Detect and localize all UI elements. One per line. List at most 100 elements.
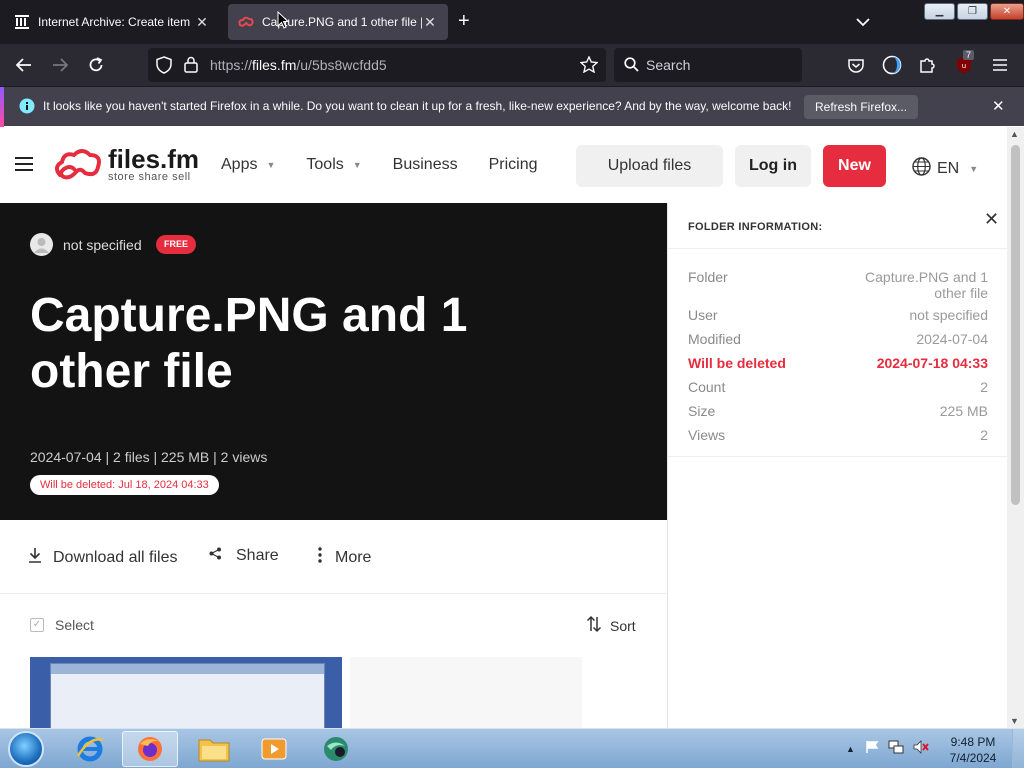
svg-text:u: u: [962, 62, 966, 70]
info-key: Count: [688, 379, 726, 395]
search-bar[interactable]: Search: [614, 48, 802, 82]
info-icon: [19, 98, 35, 119]
url-host: files.fm: [252, 57, 297, 73]
menu-item-business[interactable]: Business: [393, 156, 458, 174]
search-placeholder: Search: [646, 57, 691, 73]
more-button[interactable]: More: [318, 547, 371, 568]
caret-down-icon: ▼: [266, 160, 276, 170]
tab-close-icon[interactable]: ✕: [422, 14, 438, 31]
file-thumbnail-second[interactable]: [350, 657, 582, 728]
caret-down-icon: ▼: [352, 160, 362, 170]
notification-bar: It looks like you haven't started Firefo…: [0, 86, 1024, 127]
media-player-icon[interactable]: [246, 731, 302, 767]
more-label: More: [335, 548, 372, 566]
scrollbar-thumb[interactable]: [1011, 145, 1020, 505]
clock-time: 9:48 PM: [950, 735, 996, 749]
thumbnail-window-image: [50, 663, 325, 728]
url-prefix: https://: [210, 57, 253, 73]
url-bar[interactable]: https://files.fm/u/5bs8wcfdd5: [148, 48, 606, 82]
firefox-account-icon[interactable]: [881, 54, 903, 76]
notification-close-icon[interactable]: ✕: [992, 97, 1005, 115]
menu-item-label: Business: [392, 156, 458, 173]
panel-title: FOLDER INFORMATION:: [688, 221, 823, 233]
menu-item-label: Apps: [221, 156, 258, 173]
extensions-puzzle-icon[interactable]: [917, 54, 939, 76]
share-label: Share: [236, 547, 279, 564]
globe-icon: [912, 157, 931, 181]
forward-arrow-icon[interactable]: [49, 54, 71, 76]
lock-icon[interactable]: [184, 56, 198, 78]
show-hidden-icons-arrow-icon[interactable]: ▲: [846, 744, 855, 754]
nav-bar: https://files.fm/u/5bs8wcfdd5 Search u 7: [0, 44, 1024, 86]
internet-explorer-icon[interactable]: [62, 731, 118, 767]
pocket-icon[interactable]: [845, 54, 867, 76]
app-menu-icon[interactable]: [989, 54, 1011, 76]
back-arrow-icon[interactable]: [13, 54, 35, 76]
info-value: 225 MB: [939, 403, 988, 419]
download-all-button[interactable]: Download all files: [28, 547, 178, 568]
ublock-origin-icon[interactable]: u 7: [953, 50, 975, 76]
files-fm-cloud-logo-icon: [55, 149, 101, 180]
share-button[interactable]: Share: [209, 547, 279, 565]
owner-name[interactable]: not specified: [63, 237, 142, 253]
shield-icon[interactable]: [156, 56, 172, 79]
taskbar-clock[interactable]: 9:48 PM 7/4/2024: [944, 734, 1002, 766]
menu-item-tools[interactable]: Tools ▼: [306, 156, 361, 174]
info-key: User: [688, 307, 718, 323]
new-button[interactable]: New: [823, 145, 886, 187]
folder-actions: Download all files Share More: [0, 520, 667, 594]
login-button[interactable]: Log in: [735, 145, 811, 187]
file-thumbnail-capture-png[interactable]: [30, 657, 342, 728]
bookmark-star-icon[interactable]: [579, 55, 599, 78]
notification-accent: [0, 87, 4, 127]
minimize-icon[interactable]: ▁: [924, 3, 955, 20]
volume-muted-icon[interactable]: [913, 740, 929, 757]
list-all-tabs-chevron-icon[interactable]: [856, 14, 870, 32]
more-vertical-icon: [318, 547, 322, 568]
show-desktop-button[interactable]: [1012, 729, 1024, 768]
info-key: Modified: [688, 331, 741, 347]
hamburger-menu-icon[interactable]: [15, 157, 33, 171]
file-explorer-folder-icon[interactable]: [186, 731, 242, 767]
app-globe-icon[interactable]: [308, 731, 364, 767]
reload-icon[interactable]: [85, 54, 107, 76]
tab-internet-archive[interactable]: Internet Archive: Create item ✕: [4, 4, 220, 40]
search-icon: [624, 57, 639, 75]
checkbox-icon: ✓: [30, 618, 44, 632]
caret-down-icon: ▼: [969, 164, 979, 174]
menu-item-pricing[interactable]: Pricing: [489, 156, 538, 174]
extension-badge: 7: [963, 50, 975, 60]
start-button-windows-icon[interactable]: [8, 731, 44, 767]
firefox-taskbar-icon[interactable]: [122, 731, 178, 767]
language-selector[interactable]: EN ▼: [912, 157, 978, 181]
panel-close-icon[interactable]: ✕: [984, 209, 999, 230]
select-all-checkbox[interactable]: ✓ Select: [30, 617, 94, 633]
files-fm-logo[interactable]: files.fm store share sell: [52, 144, 200, 183]
menu-item-apps[interactable]: Apps ▼: [221, 156, 275, 174]
sort-button[interactable]: Sort: [586, 615, 636, 636]
download-all-label: Download all files: [53, 548, 178, 566]
tab-files-fm[interactable]: Capture.PNG and 1 other file | ✕: [228, 4, 448, 40]
page-scrollbar[interactable]: ▲ ▼: [1007, 127, 1024, 728]
notification-message: It looks like you haven't started Firefo…: [43, 99, 792, 113]
tab-close-icon[interactable]: ✕: [194, 14, 210, 31]
logo-tagline: store share sell: [108, 171, 191, 183]
info-value: 2: [980, 427, 988, 443]
action-center-flag-icon[interactable]: [865, 740, 879, 757]
scroll-down-arrow-icon[interactable]: ▼: [1010, 716, 1019, 726]
scroll-up-arrow-icon[interactable]: ▲: [1010, 129, 1019, 139]
refresh-firefox-button[interactable]: Refresh Firefox...: [804, 95, 919, 119]
select-sort-row: ✓ Select Sort: [0, 595, 667, 655]
restore-icon[interactable]: ❐: [957, 3, 988, 20]
menu-item-label: Pricing: [488, 156, 538, 173]
network-icon[interactable]: [888, 740, 904, 757]
close-window-icon[interactable]: ✕: [990, 3, 1024, 20]
download-icon: [28, 547, 42, 568]
tab-strip: Internet Archive: Create item ✕ Capture.…: [0, 0, 1024, 44]
upload-files-button[interactable]: Upload files: [576, 145, 723, 187]
new-tab-plus-icon[interactable]: +: [458, 11, 470, 31]
logo-brand: files.fm: [108, 144, 200, 174]
language-label: EN: [937, 160, 960, 177]
sort-arrows-icon: [586, 615, 602, 636]
window-controls: ▁ ❐ ✕: [924, 3, 1024, 20]
